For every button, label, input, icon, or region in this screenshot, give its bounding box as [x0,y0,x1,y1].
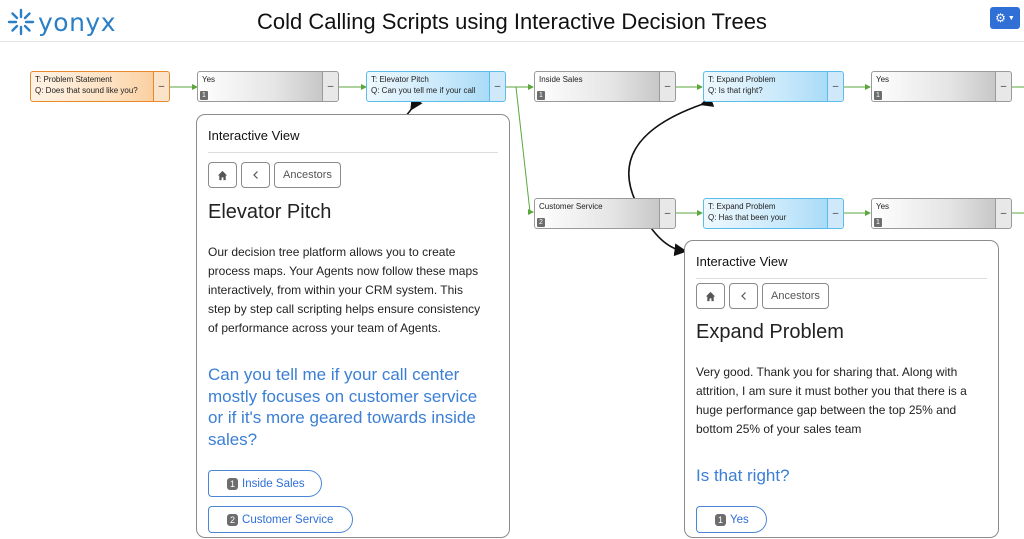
home-button[interactable] [696,283,725,309]
answer-label: Yes [730,513,749,526]
tree-node-elevator-pitch[interactable]: T: Elevator Pitch Q: Can you tell me if … [366,71,506,102]
collapse-toggle[interactable]: – [827,199,843,228]
node-question: Q: Does that sound like you? [35,86,138,95]
header-divider [0,41,1024,42]
answer-button-customer-service[interactable]: 2 Customer Service [208,506,353,533]
node-topic: T: Problem Statement [35,75,112,84]
node-question: Q: Can you tell me if your call [371,86,476,95]
collapse-toggle[interactable]: – [659,199,675,228]
answer-button-inside-sales[interactable]: 1 Inside Sales [208,470,322,497]
tree-node-customer-service[interactable]: Customer Service 2 – [534,198,676,229]
panel-heading: Interactive View [696,253,987,279]
collapse-toggle[interactable]: – [659,72,675,101]
node-topic: T: Expand Problem [708,202,776,211]
ancestors-button[interactable]: Ancestors [274,162,341,188]
node-answer-label: Customer Service [539,202,603,211]
home-button[interactable] [208,162,237,188]
panel-question: Is that right? [696,466,790,485]
node-order-badge: 1 [874,91,882,100]
chevron-left-icon [740,292,746,300]
tree-node-inside-sales[interactable]: Inside Sales 1 – [534,71,676,102]
edge-n3-n7 [506,86,534,215]
answer-button-yes[interactable]: 1 Yes [696,506,767,533]
settings-menu-button[interactable]: ⚙ ▼ [990,7,1020,29]
node-answer-label: Yes [876,202,890,211]
answer-label: Customer Service [242,513,334,526]
node-answer-label: Inside Sales [539,75,583,84]
tree-node-expand-problem-2[interactable]: T: Expand Problem Q: Has that been your … [703,198,844,229]
answer-label: Inside Sales [242,477,305,490]
home-icon [705,291,716,301]
back-button[interactable] [729,283,758,309]
tree-node-expand-problem-1[interactable]: T: Expand Problem Q: Is that right? – [703,71,844,102]
collapse-toggle[interactable]: – [489,72,505,101]
collapse-toggle[interactable]: – [153,72,169,101]
answer-number-badge: 1 [227,477,239,490]
home-icon [217,170,228,180]
node-order-badge: 2 [537,218,545,227]
interactive-view-panel-expand-problem: Interactive View Ancestors Expand Proble… [684,240,999,538]
collapse-toggle[interactable]: – [827,72,843,101]
node-order-badge: 1 [874,218,882,227]
node-topic: T: Elevator Pitch [371,75,429,84]
tree-node-yes[interactable]: Yes 1 – [197,71,339,102]
gear-icon: ⚙ [995,11,1006,25]
answer-number-badge: 2 [227,513,239,526]
node-topic: T: Expand Problem [708,75,776,84]
node-order-badge: 1 [537,91,545,100]
node-answer-label: Yes [202,75,216,84]
node-answer-label: Yes [876,75,890,84]
tree-node-yes-2[interactable]: Yes 1 – [871,71,1012,102]
collapse-toggle[interactable]: – [995,72,1011,101]
node-question: Q: Is that right? [708,86,763,95]
panel-title: Elevator Pitch [208,201,332,223]
node-order-badge: 1 [200,91,208,100]
panel-title: Expand Problem [696,321,844,343]
ancestors-button[interactable]: Ancestors [762,283,829,309]
node-question: Q: Has that been your [708,213,787,222]
panel-heading: Interactive View [208,127,498,153]
interactive-view-panel-elevator-pitch: Interactive View Ancestors Elevator Pitc… [196,114,510,538]
page-title: Cold Calling Scripts using Interactive D… [257,9,767,34]
panel-description: Our decision tree platform allows you to… [208,245,481,335]
collapse-toggle[interactable]: – [322,72,338,101]
tree-node-problem-statement[interactable]: T: Problem Statement Q: Does that sound … [30,71,170,102]
chevron-left-icon [252,171,258,179]
panel-nav: Ancestors [208,162,341,188]
collapse-toggle[interactable]: – [995,199,1011,228]
caret-down-icon: ▼ [1007,14,1015,22]
panel-question: Can you tell me if your call center most… [208,365,478,449]
tree-node-yes-3[interactable]: Yes 1 – [871,198,1012,229]
back-button[interactable] [241,162,270,188]
answer-number-badge: 1 [715,513,727,526]
panel-nav: Ancestors [696,283,829,309]
panel-description: Very good. Thank you for sharing that. A… [696,365,967,436]
